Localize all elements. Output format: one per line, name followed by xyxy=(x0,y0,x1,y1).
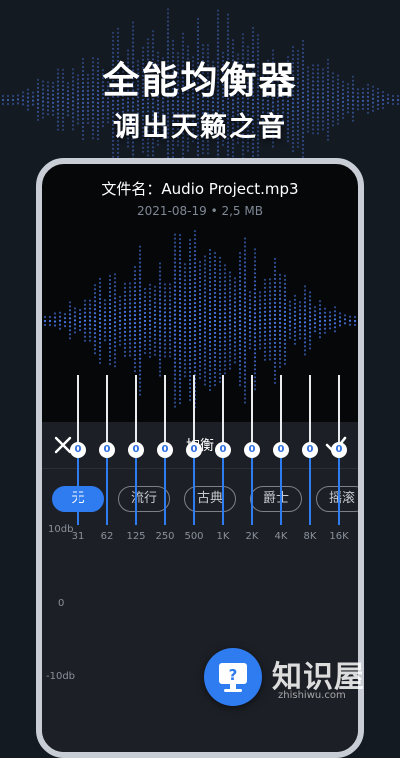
slider-knob[interactable]: 0 xyxy=(302,442,318,458)
band-slider[interactable]: 0 xyxy=(213,375,233,525)
band-frequency-label: 62 xyxy=(92,531,122,542)
band-slider[interactable]: 0 xyxy=(126,375,146,525)
slider-fill xyxy=(193,450,195,525)
slider-knob[interactable]: 0 xyxy=(99,442,115,458)
db-min-label: -10db xyxy=(46,671,75,682)
slider-fill xyxy=(135,450,137,525)
slider-fill xyxy=(251,450,253,525)
band-slider[interactable]: 0 xyxy=(300,375,320,525)
band-frequency-label: 2K xyxy=(237,531,267,542)
slider-knob[interactable]: 0 xyxy=(186,442,202,458)
slider-knob[interactable]: 0 xyxy=(215,442,231,458)
band-slider[interactable]: 0 xyxy=(329,375,349,525)
file-name: 文件名：Audio Project.mp3 xyxy=(42,178,358,199)
slider-knob[interactable]: 0 xyxy=(244,442,260,458)
band-frequency-label: 31 xyxy=(63,531,93,542)
band-frequency-label: 500 xyxy=(179,531,209,542)
band-slider[interactable]: 0 xyxy=(97,375,117,525)
band-frequency-label: 250 xyxy=(150,531,180,542)
slider-fill xyxy=(309,450,311,525)
slider-fill xyxy=(338,450,340,525)
slider-fill xyxy=(164,450,166,525)
slider-knob[interactable]: 0 xyxy=(273,442,289,458)
slider-knob[interactable]: 0 xyxy=(331,442,347,458)
watermark-badge: ? xyxy=(204,648,262,706)
band-slider[interactable]: 0 xyxy=(184,375,204,525)
db-zero-label: 0 xyxy=(58,598,64,609)
slider-fill xyxy=(222,450,224,525)
band-slider[interactable]: 0 xyxy=(155,375,175,525)
svg-text:?: ? xyxy=(229,666,238,684)
band-frequency-label: 1K xyxy=(208,531,238,542)
band-frequency-label: 4K xyxy=(266,531,296,542)
slider-fill xyxy=(280,450,282,525)
watermark-url: zhishiwu.com xyxy=(278,690,346,701)
slider-knob[interactable]: 0 xyxy=(157,442,173,458)
help-monitor-icon: ? xyxy=(204,648,262,706)
headline-title: 全能均衡器 xyxy=(0,50,400,104)
headline-subtitle: 调出天籁之音 xyxy=(0,105,400,144)
band-frequency-label: 8K xyxy=(295,531,325,542)
band-slider[interactable]: 0 xyxy=(271,375,291,525)
band-slider[interactable]: 0 xyxy=(68,375,88,525)
band-frequency-label: 125 xyxy=(121,531,151,542)
slider-fill xyxy=(106,450,108,525)
band-slider[interactable]: 0 xyxy=(242,375,262,525)
slider-knob[interactable]: 0 xyxy=(70,442,86,458)
band-frequency-label: 16K xyxy=(324,531,354,542)
slider-fill xyxy=(77,450,79,525)
slider-knob[interactable]: 0 xyxy=(128,442,144,458)
